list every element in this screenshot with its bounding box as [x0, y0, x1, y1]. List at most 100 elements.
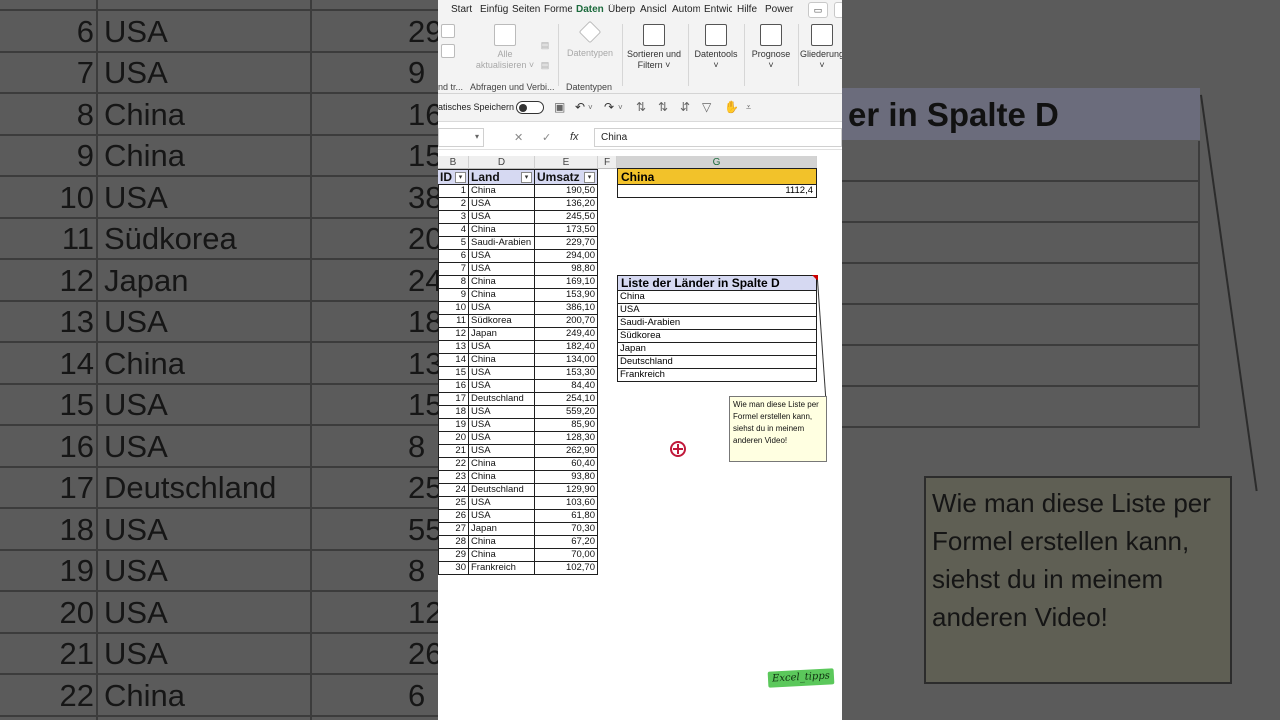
refresh-all-button[interactable]: Alle aktualisieren ˅ — [474, 24, 536, 71]
ribbon-tab-8[interactable]: Entwic — [704, 4, 732, 15]
country-list-item[interactable]: Deutschland — [617, 356, 817, 369]
from-table-icon[interactable] — [438, 44, 458, 61]
table-cell-umsatz[interactable]: 93,80 — [535, 471, 598, 484]
name-box[interactable]: ▾ — [438, 128, 484, 147]
ribbon-tab-10[interactable]: Power — [765, 4, 795, 15]
table-cell-id[interactable]: 23 — [438, 471, 469, 484]
table-cell-land[interactable]: China — [469, 471, 535, 484]
table-cell-umsatz[interactable]: 294,00 — [535, 250, 598, 263]
table-cell-id[interactable]: 10 — [438, 302, 469, 315]
table-cell-id[interactable]: 20 — [438, 432, 469, 445]
filter-dropdown-icon[interactable]: ▾ — [521, 172, 532, 183]
selected-country-cell[interactable]: China — [617, 168, 817, 185]
column-header-e[interactable]: E — [535, 156, 598, 169]
table-cell-umsatz[interactable]: 60,40 — [535, 458, 598, 471]
table-cell-umsatz[interactable]: 103,60 — [535, 497, 598, 510]
selected-country-sum[interactable]: 1112,4 — [617, 185, 817, 198]
table-cell-umsatz[interactable]: 254,10 — [535, 393, 598, 406]
table-cell-land[interactable]: USA — [469, 263, 535, 276]
ribbon-tab-1[interactable]: Einfüg — [480, 4, 508, 15]
sort-icon[interactable]: ⇵ — [680, 100, 690, 114]
undo-dropdown-icon[interactable]: ˅ — [588, 103, 593, 112]
header-id[interactable]: ID ▾ — [438, 169, 469, 185]
table-cell-umsatz[interactable]: 136,20 — [535, 198, 598, 211]
table-cell-id[interactable]: 4 — [438, 224, 469, 237]
table-cell-land[interactable]: Japan — [469, 523, 535, 536]
properties-icon[interactable]: ▤ — [538, 40, 552, 51]
table-cell-umsatz[interactable]: 102,70 — [535, 562, 598, 575]
table-cell-id[interactable]: 1 — [438, 185, 469, 198]
table-cell-umsatz[interactable]: 190,50 — [535, 185, 598, 198]
table-cell-umsatz[interactable]: 559,20 — [535, 406, 598, 419]
ribbon-tab-5[interactable]: Überp — [608, 4, 636, 15]
filter-icon[interactable]: ▽ — [702, 100, 711, 114]
table-cell-umsatz[interactable]: 173,50 — [535, 224, 598, 237]
table-cell-id[interactable]: 19 — [438, 419, 469, 432]
table-cell-umsatz[interactable]: 128,30 — [535, 432, 598, 445]
table-cell-land[interactable]: USA — [469, 497, 535, 510]
table-cell-umsatz[interactable]: 182,40 — [535, 341, 598, 354]
table-cell-land[interactable]: China — [469, 224, 535, 237]
table-cell-id[interactable]: 22 — [438, 458, 469, 471]
table-cell-land[interactable]: Deutschland — [469, 484, 535, 497]
table-cell-id[interactable]: 29 — [438, 549, 469, 562]
ribbon-tab-6[interactable]: Ansicl — [640, 4, 668, 15]
data-tools-button[interactable]: Datentools ˅ — [691, 24, 741, 71]
table-cell-umsatz[interactable]: 134,00 — [535, 354, 598, 367]
undo-icon[interactable]: ↶ — [575, 100, 585, 114]
table-cell-id[interactable]: 5 — [438, 237, 469, 250]
column-header-b[interactable]: B — [438, 156, 469, 169]
table-cell-umsatz[interactable]: 262,90 — [535, 445, 598, 458]
enter-icon[interactable]: ✓ — [542, 131, 551, 144]
insert-function-icon[interactable]: fx — [570, 131, 579, 143]
table-cell-umsatz[interactable]: 169,10 — [535, 276, 598, 289]
ribbon-tab-9[interactable]: Hilfe — [737, 4, 765, 15]
table-cell-id[interactable]: 6 — [438, 250, 469, 263]
table-cell-id[interactable]: 2 — [438, 198, 469, 211]
header-umsatz[interactable]: Umsatz ▾ — [535, 169, 598, 185]
table-cell-umsatz[interactable]: 386,10 — [535, 302, 598, 315]
table-cell-id[interactable]: 30 — [438, 562, 469, 575]
table-cell-land[interactable]: Japan — [469, 328, 535, 341]
table-cell-land[interactable]: China — [469, 354, 535, 367]
ribbon-tab-2[interactable]: Seiten — [512, 4, 540, 15]
table-cell-id[interactable]: 24 — [438, 484, 469, 497]
table-cell-umsatz[interactable]: 98,80 — [535, 263, 598, 276]
country-list-item[interactable]: Saudi-Arabien — [617, 317, 817, 330]
data-types-button[interactable]: Datentypen — [562, 20, 618, 59]
table-cell-land[interactable]: USA — [469, 445, 535, 458]
table-cell-id[interactable]: 21 — [438, 445, 469, 458]
table-cell-umsatz[interactable]: 85,90 — [535, 419, 598, 432]
table-cell-land[interactable]: USA — [469, 302, 535, 315]
country-list-item[interactable]: Frankreich — [617, 369, 817, 382]
cancel-icon[interactable]: ✕ — [514, 131, 523, 144]
table-cell-land[interactable]: Deutschland — [469, 393, 535, 406]
table-cell-land[interactable]: China — [469, 549, 535, 562]
comments-icon[interactable]: ▭ — [808, 2, 828, 18]
table-cell-umsatz[interactable]: 129,90 — [535, 484, 598, 497]
table-cell-land[interactable]: USA — [469, 250, 535, 263]
table-cell-id[interactable]: 7 — [438, 263, 469, 276]
table-cell-id[interactable]: 27 — [438, 523, 469, 536]
header-land[interactable]: Land ▾ — [469, 169, 535, 185]
table-cell-id[interactable]: 17 — [438, 393, 469, 406]
table-cell-land[interactable]: USA — [469, 380, 535, 393]
ribbon-tab-0[interactable]: Start — [451, 4, 479, 15]
country-list-item[interactable]: China — [617, 291, 817, 304]
edit-links-icon[interactable]: ▤ — [538, 60, 552, 71]
table-cell-id[interactable]: 14 — [438, 354, 469, 367]
table-cell-umsatz[interactable]: 153,30 — [535, 367, 598, 380]
table-cell-id[interactable]: 15 — [438, 367, 469, 380]
sort-desc-icon[interactable]: ⇅ — [658, 100, 668, 114]
table-cell-umsatz[interactable]: 229,70 — [535, 237, 598, 250]
table-cell-id[interactable]: 18 — [438, 406, 469, 419]
ribbon-tab-7[interactable]: Autom — [672, 4, 700, 15]
country-list-title[interactable]: Liste der Länder in Spalte D — [617, 275, 817, 291]
forecast-button[interactable]: Prognose ˅ — [747, 24, 795, 71]
sort-asc-icon[interactable]: ⇅ — [636, 100, 646, 114]
table-cell-id[interactable]: 9 — [438, 289, 469, 302]
table-cell-id[interactable]: 26 — [438, 510, 469, 523]
outline-button[interactable]: Gliederung ˅ — [800, 24, 842, 71]
table-cell-land[interactable]: USA — [469, 198, 535, 211]
formula-input[interactable]: China — [594, 128, 842, 147]
